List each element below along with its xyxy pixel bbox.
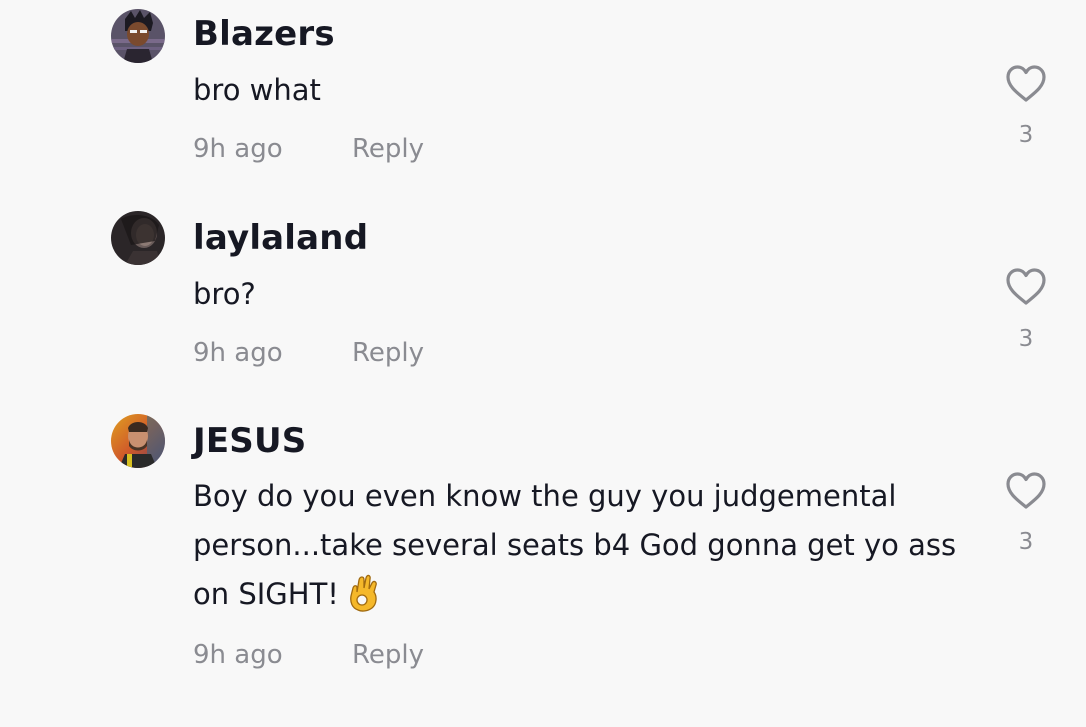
avatar[interactable] (111, 414, 165, 468)
reply-button[interactable]: Reply (352, 640, 424, 670)
comment-text: bro? (193, 277, 256, 311)
like-count: 3 (1018, 122, 1034, 148)
heart-outline-icon (1006, 472, 1046, 509)
heart-outline-icon (1006, 268, 1046, 305)
comment-text-body: Boy do you even know the guy you judgeme… (193, 479, 957, 611)
comment-timestamp: 9h ago (193, 134, 283, 164)
comment-username[interactable]: JESUS (193, 421, 306, 461)
avatar-dark-photo (111, 211, 165, 265)
like-count: 3 (1018, 326, 1034, 352)
avatar[interactable] (111, 211, 165, 265)
like-button[interactable] (1005, 471, 1047, 511)
avatar-bearded-man-photo (111, 414, 165, 468)
comment-username[interactable]: Blazers (193, 14, 335, 54)
reply-button[interactable]: Reply (352, 134, 424, 164)
comment-text: bro what (193, 73, 321, 107)
comment-text: Boy do you even know the guy you judgeme… (193, 472, 983, 619)
like-count: 3 (1018, 529, 1034, 555)
comment-timestamp: 9h ago (193, 338, 283, 368)
like-button[interactable] (1005, 64, 1047, 104)
like-button[interactable] (1005, 267, 1047, 307)
ok-hand-emoji-icon (348, 574, 380, 612)
heart-outline-icon (1006, 65, 1046, 102)
avatar-cartoon-character (111, 9, 165, 63)
avatar[interactable] (111, 9, 165, 63)
comment-username[interactable]: laylaland (193, 218, 368, 258)
comment-timestamp: 9h ago (193, 640, 283, 670)
reply-button[interactable]: Reply (352, 338, 424, 368)
